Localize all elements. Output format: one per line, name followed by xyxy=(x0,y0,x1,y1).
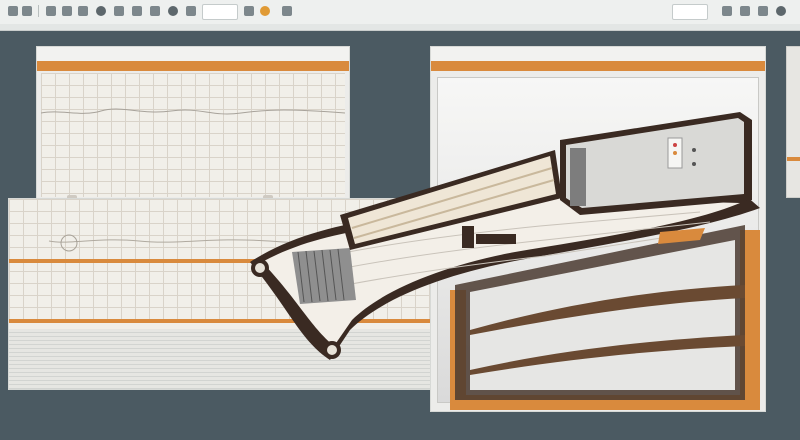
accent-strip xyxy=(9,259,431,263)
waveform-trace xyxy=(41,108,345,115)
file-icon[interactable] xyxy=(8,6,18,16)
render-viewport[interactable] xyxy=(437,77,759,403)
save-icon[interactable] xyxy=(46,6,56,16)
panel-header xyxy=(37,47,349,62)
undo-icon[interactable] xyxy=(62,6,72,16)
record-icon[interactable] xyxy=(260,6,270,16)
maximize-icon[interactable] xyxy=(758,6,768,16)
edge-panel xyxy=(786,46,800,198)
accent-strip xyxy=(9,319,431,323)
open-icon[interactable] xyxy=(22,6,32,16)
panel-accent-bar xyxy=(431,61,765,71)
grid-icon[interactable] xyxy=(168,6,178,16)
minimize-icon[interactable] xyxy=(722,6,732,16)
right-drawing-panel xyxy=(430,46,766,412)
redo-icon[interactable] xyxy=(78,6,88,16)
layers-icon[interactable] xyxy=(244,6,254,16)
top-toolbar xyxy=(0,0,800,31)
paste-icon[interactable] xyxy=(150,6,160,16)
measure-icon[interactable] xyxy=(186,6,196,16)
toolbar-field-right[interactable] xyxy=(672,4,708,20)
close-icon[interactable] xyxy=(776,6,786,16)
toolbar-field[interactable] xyxy=(202,4,238,20)
copy-icon[interactable] xyxy=(132,6,142,16)
accent-strip xyxy=(787,157,800,161)
zoom-icon[interactable] xyxy=(96,6,106,16)
settings-icon[interactable] xyxy=(282,6,292,16)
toolbar-subbar xyxy=(0,24,800,30)
panel-accent-bar xyxy=(37,61,349,71)
left-drawing-panel xyxy=(36,46,350,204)
drawing-grid[interactable] xyxy=(41,73,345,197)
panel-header xyxy=(431,47,765,62)
restore-icon[interactable] xyxy=(740,6,750,16)
toolbar-divider xyxy=(38,5,39,17)
line-list xyxy=(9,329,431,389)
left-lower-panel xyxy=(8,198,432,390)
cut-icon[interactable] xyxy=(114,6,124,16)
